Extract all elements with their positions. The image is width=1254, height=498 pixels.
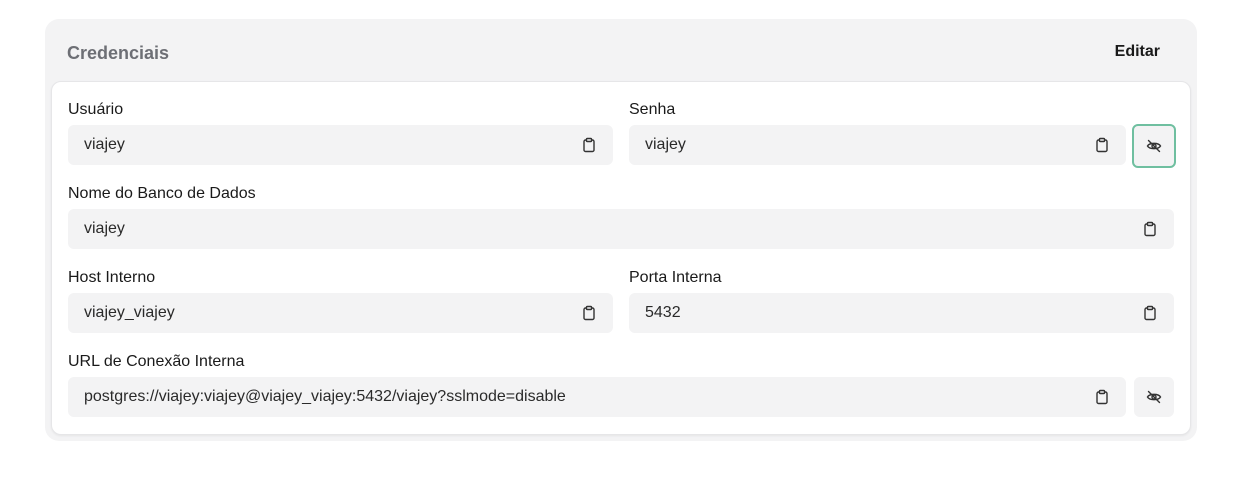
url-value: postgres://viajey:viajey@viajey_viajey:5…: [84, 388, 566, 405]
edit-button[interactable]: Editar: [1115, 43, 1160, 61]
credentials-panel: Usuário viajey Senha viajey Nome do Banc…: [51, 81, 1191, 435]
card-title: Credenciais: [67, 43, 170, 63]
clipboard-icon[interactable]: [1094, 137, 1110, 153]
toggle-url-visibility-button[interactable]: [1134, 377, 1174, 417]
clipboard-icon[interactable]: [1142, 305, 1158, 321]
database-value: viajey: [84, 220, 125, 237]
clipboard-icon[interactable]: [1094, 389, 1110, 405]
database-label: Nome do Banco de Dados: [68, 185, 256, 202]
host-field[interactable]: viajey_viajey: [68, 293, 613, 333]
database-field[interactable]: viajey: [68, 209, 1174, 249]
eye-off-icon: [1146, 138, 1162, 154]
password-value: viajey: [645, 136, 686, 153]
password-field[interactable]: viajey: [629, 125, 1126, 165]
toggle-password-visibility-button[interactable]: [1132, 124, 1176, 168]
clipboard-icon[interactable]: [581, 305, 597, 321]
clipboard-icon[interactable]: [581, 137, 597, 153]
clipboard-icon[interactable]: [1142, 221, 1158, 237]
user-field[interactable]: viajey: [68, 125, 613, 165]
url-field[interactable]: postgres://viajey:viajey@viajey_viajey:5…: [68, 377, 1126, 417]
port-field[interactable]: 5432: [629, 293, 1174, 333]
eye-off-icon: [1146, 389, 1162, 405]
host-value: viajey_viajey: [84, 304, 175, 321]
user-value: viajey: [84, 136, 125, 153]
host-label: Host Interno: [68, 269, 156, 286]
password-label: Senha: [629, 101, 676, 118]
credentials-card: Credenciais Editar Usuário viajey Senha …: [45, 19, 1197, 441]
port-value: 5432: [645, 304, 681, 321]
port-label: Porta Interna: [629, 269, 722, 286]
user-label: Usuário: [68, 101, 124, 118]
url-label: URL de Conexão Interna: [68, 353, 245, 370]
